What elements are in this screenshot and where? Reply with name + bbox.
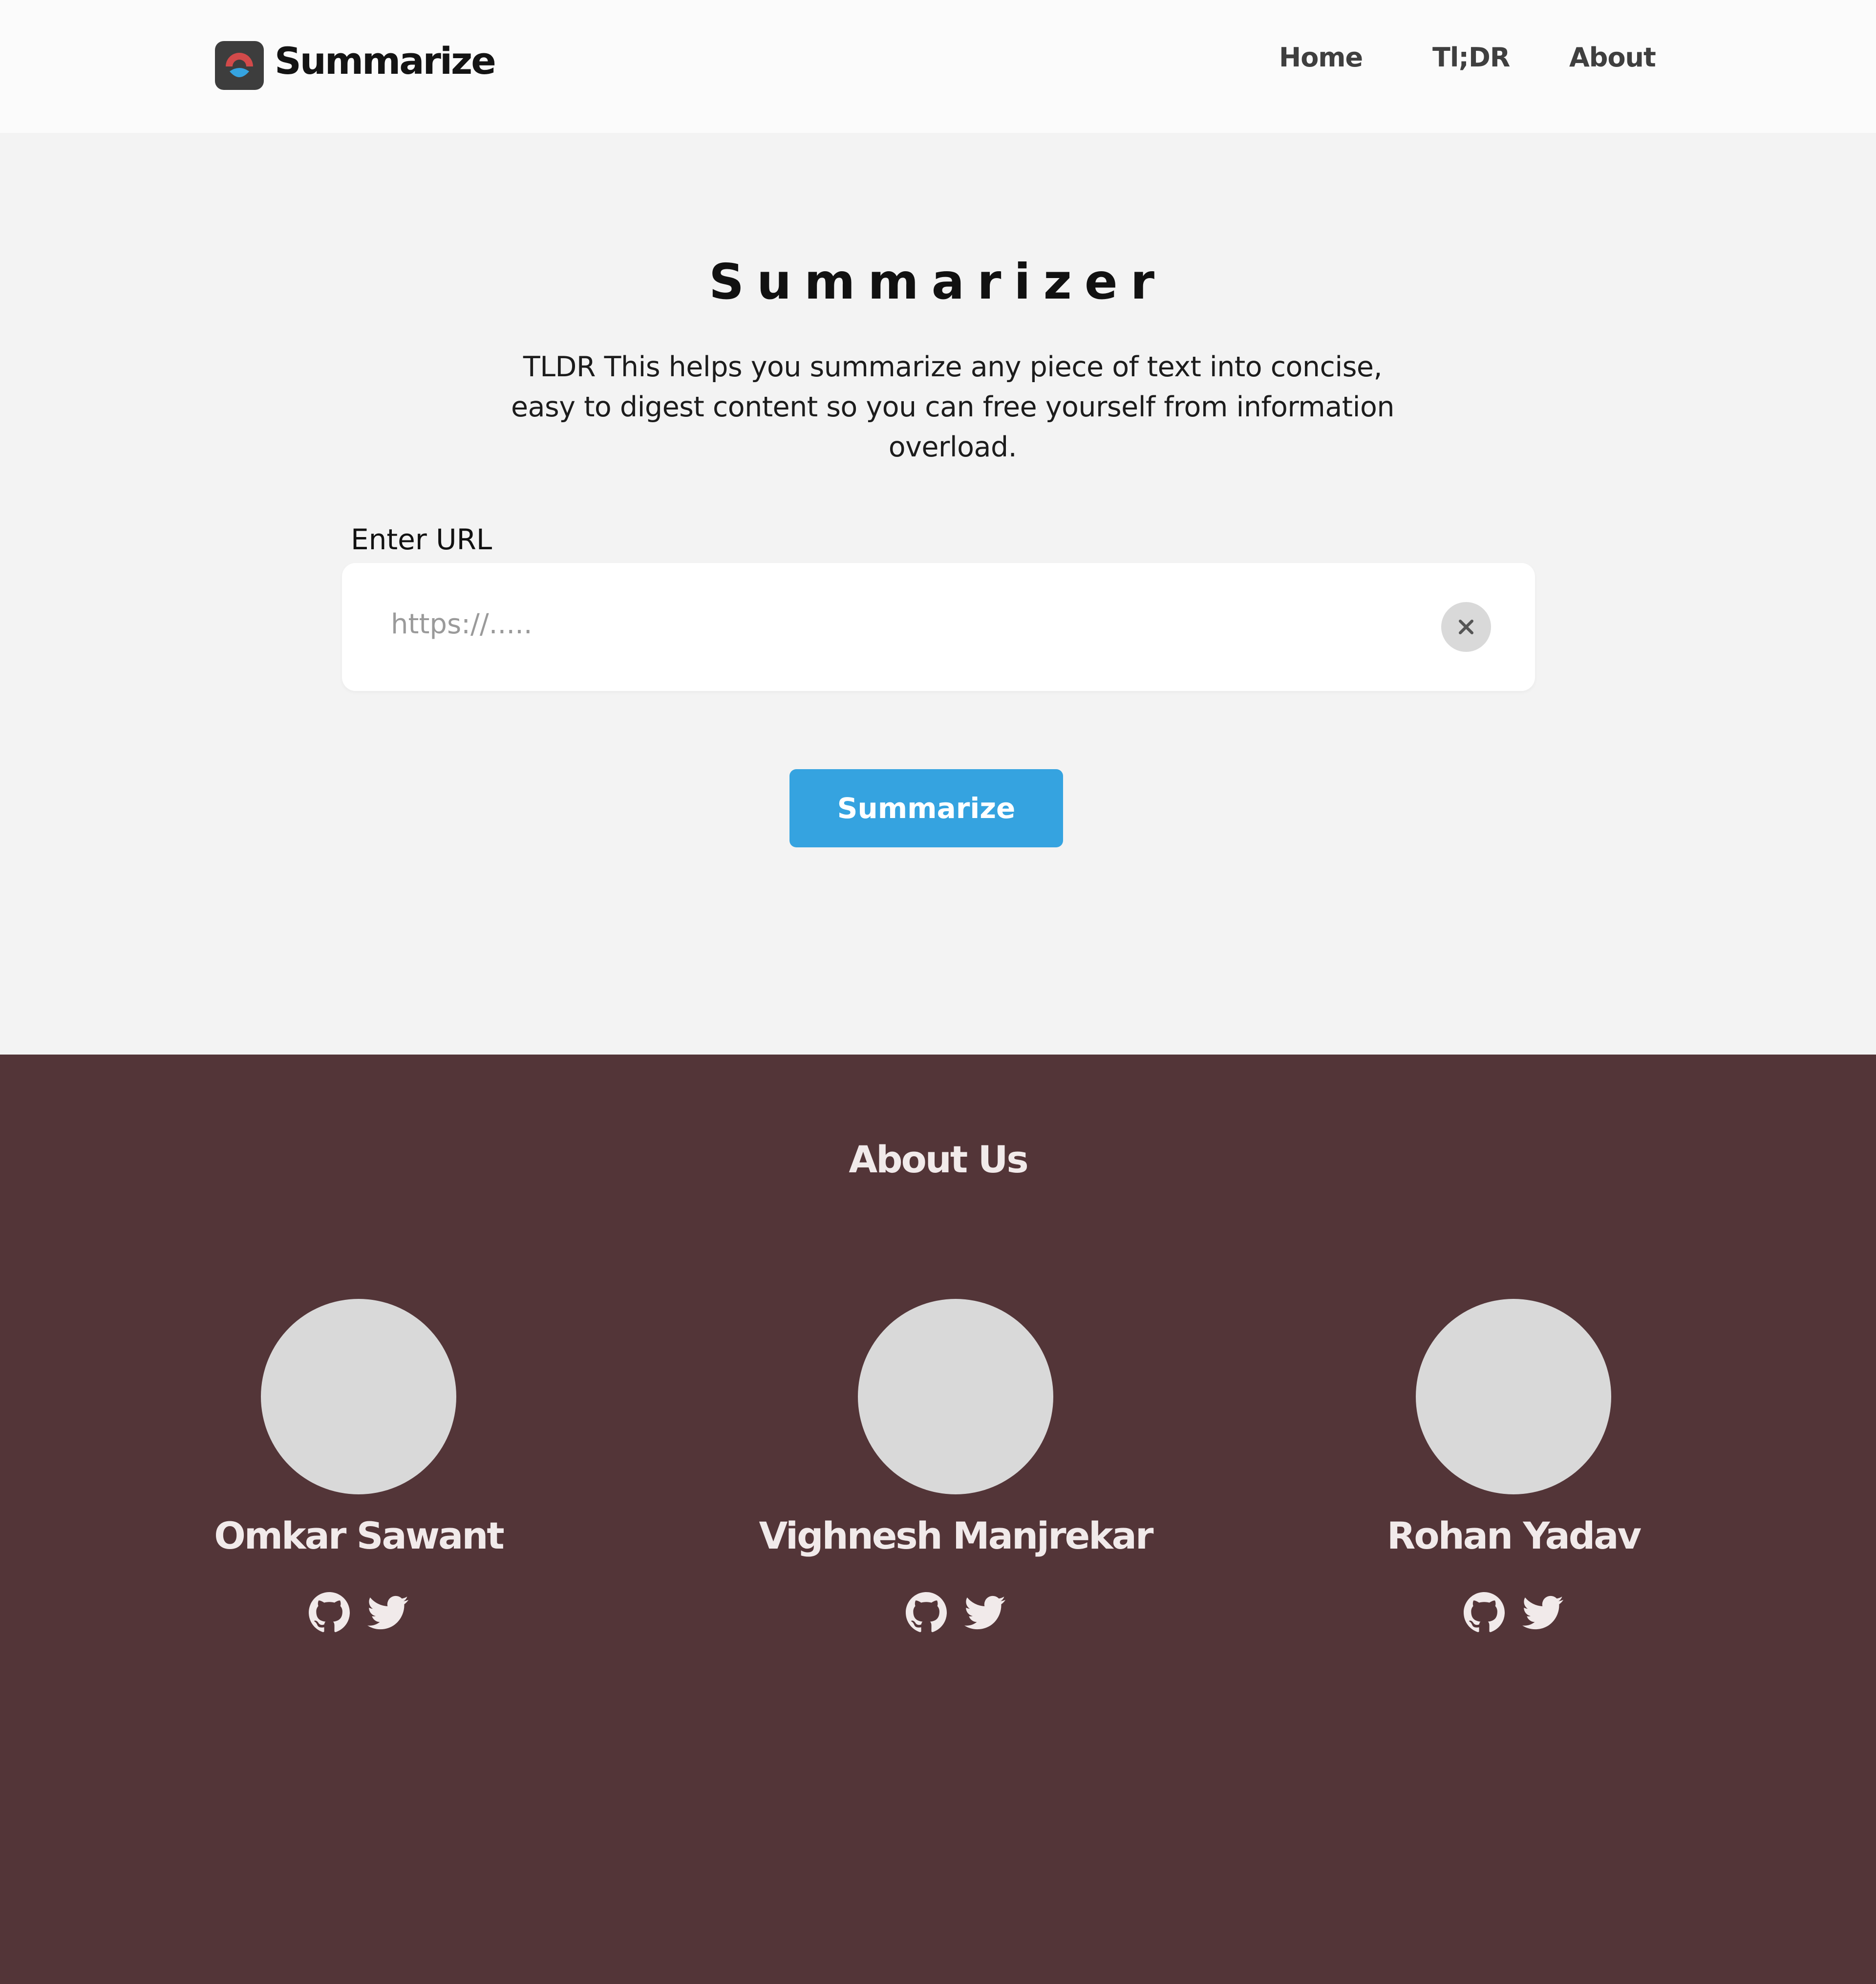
avatar xyxy=(261,1299,456,1494)
about-title: About Us xyxy=(849,1138,1028,1181)
twitter-icon[interactable] xyxy=(964,1592,1005,1633)
page-title: Summarizer xyxy=(708,253,1168,310)
summarize-logo-icon[interactable] xyxy=(215,41,264,90)
avatar xyxy=(1416,1299,1611,1494)
about-section: About Us Omkar Sawant Vighnesh Manjrekar… xyxy=(0,1055,1876,1984)
url-field xyxy=(342,563,1535,691)
social-links xyxy=(736,1592,1175,1633)
nav-about[interactable]: About xyxy=(1569,42,1656,73)
summarize-button[interactable]: Summarize xyxy=(789,769,1063,847)
member-name: Omkar Sawant xyxy=(214,1514,505,1557)
avatar xyxy=(858,1299,1053,1494)
twitter-icon[interactable] xyxy=(367,1592,408,1633)
site-header: Summarize Home Tl;DR About xyxy=(0,0,1876,133)
nav-tldr[interactable]: Tl;DR xyxy=(1432,42,1510,73)
github-icon[interactable] xyxy=(906,1592,947,1633)
brand-name[interactable]: Summarize xyxy=(275,39,496,83)
social-links xyxy=(139,1592,578,1633)
twitter-icon[interactable] xyxy=(1522,1592,1563,1633)
nav-home[interactable]: Home xyxy=(1279,42,1363,73)
member-name: Vighnesh Manjrekar xyxy=(759,1514,1154,1557)
close-icon xyxy=(1459,620,1473,634)
github-icon[interactable] xyxy=(1464,1592,1505,1633)
clear-url-button[interactable] xyxy=(1441,602,1491,652)
url-input[interactable] xyxy=(391,597,1417,651)
social-links xyxy=(1294,1592,1733,1633)
url-label: Enter URL xyxy=(351,523,492,556)
member-name: Rohan Yadav xyxy=(1386,1514,1642,1557)
page-description: TLDR This helps you summarize any piece … xyxy=(511,351,1394,463)
github-icon[interactable] xyxy=(309,1592,350,1633)
